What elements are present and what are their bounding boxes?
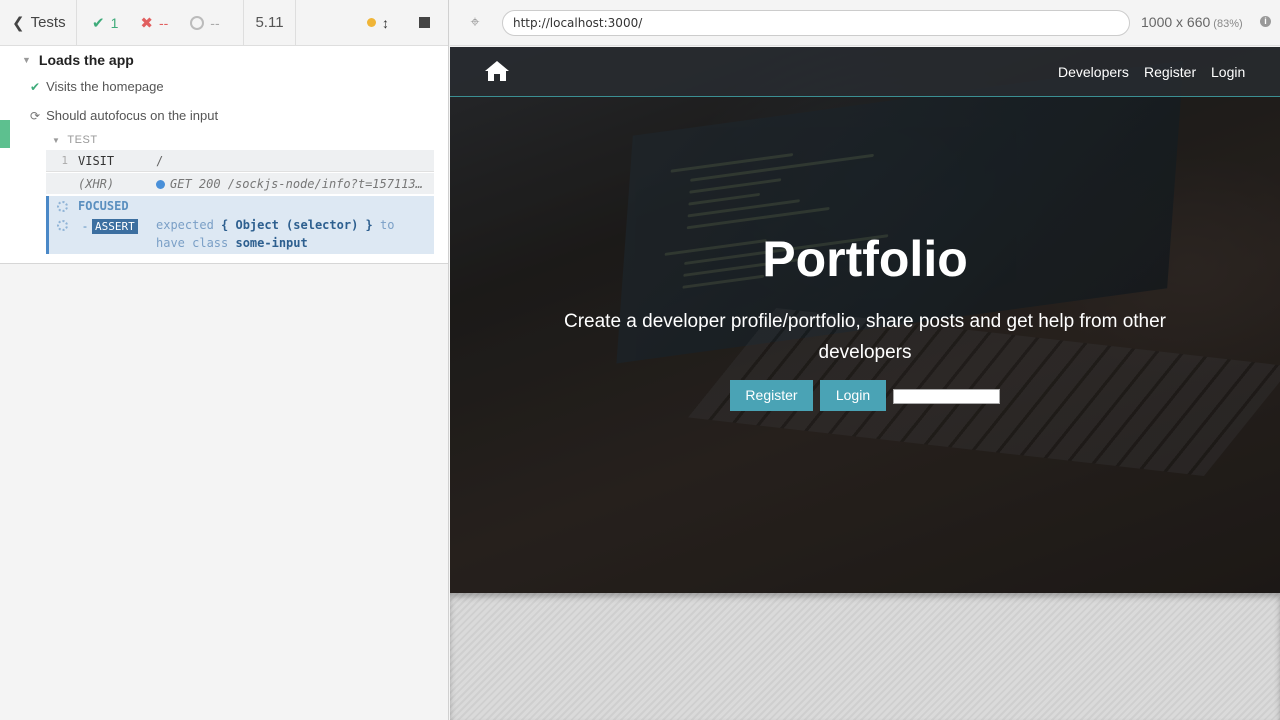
viewport-info: 1000 x 660 (83%) (1141, 14, 1243, 30)
test-section-header[interactable]: ▼ TEST (52, 134, 98, 146)
app-navbar: Developers Register Login (450, 47, 1280, 97)
passed-indicator-bar (0, 120, 10, 148)
command-name: VISIT (78, 153, 115, 168)
caret-down-icon: ▼ (52, 135, 61, 145)
cross-icon: ✖ (140, 14, 153, 32)
assert-message: expected { Object (selector) } to have c… (156, 216, 426, 252)
failed-stat: ✖ -- (140, 14, 168, 32)
passed-stat: ✔ 1 (92, 14, 118, 32)
spinner-icon (57, 220, 68, 231)
test-section-label: TEST (67, 134, 98, 146)
command-visit[interactable]: 1 VISIT / (46, 150, 434, 172)
home-icon[interactable] (484, 59, 510, 83)
register-button[interactable]: Register (730, 380, 813, 411)
assert-expected: expected (156, 218, 214, 232)
check-icon: ✔ (92, 14, 105, 32)
viewport-size: 1000 x 660 (1141, 14, 1211, 30)
url-bar[interactable]: http://localhost:3000/ (502, 10, 1130, 36)
focused-command-name: FOCUSED (78, 199, 129, 213)
assert-subject: { Object (selector) } (221, 218, 373, 232)
nav-link-developers[interactable]: Developers (1058, 64, 1129, 80)
aut-header: ⌖ http://localhost:3000/ 1000 x 660 (83%)… (450, 0, 1280, 46)
test-title: Should autofocus on the input (46, 108, 219, 123)
duration: 5.11 (244, 0, 296, 45)
circle-icon (190, 15, 205, 30)
xhr-message-text: GET 200 /sockjs-node/info?t=1571136… (170, 176, 431, 191)
xhr-status-dot (156, 179, 165, 189)
viewport-scale: (83%) (1213, 18, 1243, 30)
check-icon: ✔ (30, 79, 41, 94)
app-preview: Developers Register Login Portfolio Crea… (450, 47, 1280, 593)
login-button[interactable]: Login (820, 380, 886, 411)
reporter-panel: ❮ Tests ✔ 1 ✖ -- -- 5.11 ↕ ▼ Loads the a… (0, 0, 449, 720)
info-icon[interactable]: i (1260, 16, 1271, 27)
passed-count: 1 (110, 14, 119, 31)
landing-lead: Create a developer profile/portfolio, sh… (563, 311, 1167, 363)
suite-title[interactable]: ▼ Loads the app (22, 52, 134, 68)
controls: ↕ (296, 0, 448, 45)
spinner-icon (57, 201, 68, 212)
reporter-header: ❮ Tests ✔ 1 ✖ -- -- 5.11 ↕ (0, 0, 448, 46)
assert-have-class: have class (156, 236, 229, 250)
stop-icon[interactable] (419, 17, 430, 28)
command-number: 1 (61, 154, 68, 167)
assert-class-name: some-input (235, 236, 308, 250)
test-title: Visits the homepage (46, 79, 164, 94)
command-xhr[interactable]: (XHR) GET 200 /sockjs-node/info?t=157113… (46, 173, 434, 194)
command-message: GET 200 /sockjs-node/info?t=1571136… (156, 177, 434, 191)
stats: ✔ 1 ✖ -- -- (77, 0, 244, 45)
landing-title: Portfolio (762, 231, 968, 287)
pending-stat: -- (190, 14, 220, 31)
assert-to: to (379, 218, 395, 232)
pending-count: -- (210, 14, 220, 31)
tests-button[interactable]: ❮ Tests (0, 0, 77, 45)
test-item-visits-homepage[interactable]: ✔ Visits the homepage (30, 79, 164, 94)
caret-down-icon: ▼ (22, 55, 31, 65)
autofocus-input[interactable] (893, 389, 1000, 404)
refresh-icon: ⟳ (30, 108, 41, 123)
running-indicator (367, 18, 376, 27)
nav-link-register[interactable]: Register (1144, 64, 1196, 80)
tests-label: Tests (30, 14, 66, 31)
auto-scroll-icon[interactable]: ↕ (382, 15, 389, 31)
command-message: / (156, 153, 164, 168)
assert-dash: - (83, 219, 87, 233)
nav-link-login[interactable]: Login (1211, 64, 1245, 80)
command-name: (XHR) (78, 176, 115, 191)
failed-count: -- (158, 14, 169, 31)
suite-title-text: Loads the app (38, 52, 134, 68)
assert-badge: ASSERT (92, 219, 138, 234)
viewport-empty-area (450, 593, 1280, 720)
test-item-autofocus[interactable]: ⟳ Should autofocus on the input (30, 108, 218, 123)
command-focused-assert[interactable]: FOCUSED - ASSERT expected { Object (sele… (46, 196, 434, 254)
crosshair-icon[interactable]: ⌖ (466, 14, 484, 32)
chevron-left-icon: ❮ (12, 14, 25, 32)
